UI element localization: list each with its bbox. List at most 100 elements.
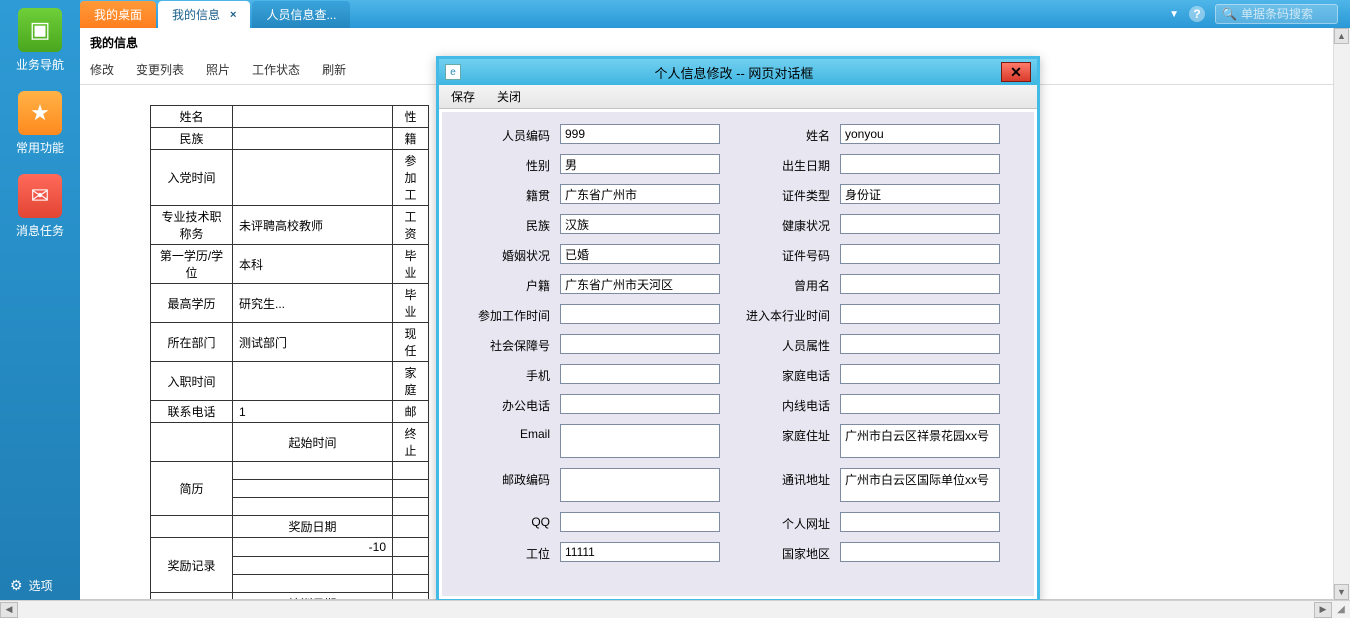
close-icon[interactable]: × — [230, 9, 236, 21]
search-input[interactable] — [1241, 7, 1331, 21]
label-workstart: 参加工作时间 — [450, 304, 550, 324]
label-postcode: 邮政编码 — [450, 468, 550, 502]
input-homeaddr[interactable]: 广州市白云区祥景花园xx号 — [840, 424, 1000, 458]
input-workunit[interactable] — [560, 542, 720, 562]
scroll-right-icon[interactable]: ▶ — [1314, 602, 1332, 618]
input-ethnicity[interactable] — [560, 214, 720, 234]
input-country[interactable] — [840, 542, 1000, 562]
input-birthdate[interactable] — [840, 154, 1000, 174]
label-residence: 户籍 — [450, 274, 550, 294]
input-industrystart[interactable] — [840, 304, 1000, 324]
tab-my-info[interactable]: 我的信息 × — [158, 1, 250, 28]
input-marriage[interactable] — [560, 244, 720, 264]
label-workunit: 工位 — [450, 542, 550, 562]
info-table: 姓名性 民族籍 入党时间参加工 专业技术职称务未评聘高校教师工资 第一学历/学位… — [150, 105, 429, 600]
close-menu-button[interactable]: 关闭 — [497, 88, 521, 105]
nav-item-messages[interactable]: ✉ 消息任务 — [16, 174, 64, 239]
dialog-titlebar[interactable]: e 个人信息修改 -- 网页对话框 ✕ — [439, 59, 1037, 85]
label-ssn: 社会保障号 — [450, 334, 550, 354]
input-email[interactable] — [560, 424, 720, 458]
input-gender[interactable] — [560, 154, 720, 174]
label-ethnicity: 民族 — [450, 214, 550, 234]
label-gender: 性别 — [450, 154, 550, 174]
input-personcode[interactable] — [560, 124, 720, 144]
dialog-menu: 保存 关闭 — [439, 85, 1037, 109]
menu-edit[interactable]: 修改 — [90, 61, 114, 78]
menu-changelist[interactable]: 变更列表 — [136, 61, 184, 78]
options-label: 选项 — [29, 577, 53, 594]
help-icon[interactable]: ? — [1189, 6, 1205, 22]
input-idtype[interactable] — [840, 184, 1000, 204]
label-homephone: 家庭电话 — [730, 364, 830, 384]
input-homephone[interactable] — [840, 364, 1000, 384]
input-mailaddr[interactable]: 广州市白云区国际单位xx号 — [840, 468, 1000, 502]
label-homeaddr: 家庭住址 — [730, 424, 830, 458]
edit-person-dialog: e 个人信息修改 -- 网页对话框 ✕ 保存 关闭 人员编码 姓名 性别 出生日… — [436, 56, 1040, 602]
input-workstart[interactable] — [560, 304, 720, 324]
label-country: 国家地区 — [730, 542, 830, 562]
nav-label: 业务导航 — [16, 56, 64, 73]
star-icon: ★ — [18, 91, 62, 135]
close-button[interactable]: ✕ — [1001, 62, 1031, 82]
label-officephone: 办公电话 — [450, 394, 550, 414]
input-health[interactable] — [840, 214, 1000, 234]
left-nav-rail: ▣ 业务导航 ★ 常用功能 ✉ 消息任务 ⚙ 选项 — [0, 0, 80, 618]
menu-refresh[interactable]: 刷新 — [322, 61, 346, 78]
label-idnumber: 证件号码 — [730, 244, 830, 264]
tab-person-query[interactable]: 人员信息查... — [252, 1, 350, 28]
dialog-title-text: 个人信息修改 -- 网页对话框 — [467, 63, 1001, 82]
label-personattr: 人员属性 — [730, 334, 830, 354]
input-personattr[interactable] — [840, 334, 1000, 354]
scroll-up-icon[interactable]: ▲ — [1334, 28, 1349, 44]
label-mobile: 手机 — [450, 364, 550, 384]
label-innerphone: 内线电话 — [730, 394, 830, 414]
horizontal-scrollbar[interactable]: ◀ ▶ ◢ — [0, 600, 1350, 618]
nav-item-business[interactable]: ▣ 业务导航 — [16, 8, 64, 73]
input-website[interactable] — [840, 512, 1000, 532]
label-email: Email — [450, 424, 550, 458]
label-formername: 曾用名 — [730, 274, 830, 294]
input-mobile[interactable] — [560, 364, 720, 384]
input-formername[interactable] — [840, 274, 1000, 294]
dialog-body: 人员编码 姓名 性别 出生日期 籍贯 证件类型 民族 健康状况 婚姻状况 证件号… — [442, 112, 1034, 596]
resize-grip-icon: ◢ — [1332, 602, 1350, 618]
tab-desktop[interactable]: 我的桌面 — [80, 1, 156, 28]
label-personcode: 人员编码 — [450, 124, 550, 144]
scroll-down-icon[interactable]: ▼ — [1334, 584, 1349, 600]
input-idnumber[interactable] — [840, 244, 1000, 264]
folder-icon: ▣ — [18, 8, 62, 52]
window-icon: e — [445, 64, 461, 80]
search-icon: 🔍 — [1222, 7, 1237, 21]
scroll-left-icon[interactable]: ◀ — [0, 602, 18, 618]
input-ssn[interactable] — [560, 334, 720, 354]
menu-workstatus[interactable]: 工作状态 — [252, 61, 300, 78]
save-button[interactable]: 保存 — [451, 88, 475, 105]
label-health: 健康状况 — [730, 214, 830, 234]
input-residence[interactable] — [560, 274, 720, 294]
label-website: 个人网址 — [730, 512, 830, 532]
label-nativeplace: 籍贯 — [450, 184, 550, 204]
topbar-right: ▼ ? 🔍 — [1169, 0, 1350, 28]
nav-item-favorites[interactable]: ★ 常用功能 — [16, 91, 64, 156]
content-vscroll[interactable]: ▲ ▼ — [1333, 28, 1350, 600]
menu-photo[interactable]: 照片 — [206, 61, 230, 78]
barcode-search[interactable]: 🔍 — [1215, 4, 1338, 24]
input-officephone[interactable] — [560, 394, 720, 414]
page-title: 我的信息 — [80, 28, 1350, 55]
input-nativeplace[interactable] — [560, 184, 720, 204]
input-innerphone[interactable] — [840, 394, 1000, 414]
tab-strip: 我的桌面 我的信息 × 人员信息查... — [80, 0, 352, 28]
nav-label: 消息任务 — [16, 222, 64, 239]
label-marriage: 婚姻状况 — [450, 244, 550, 264]
input-postcode[interactable] — [560, 468, 720, 502]
top-bar: 我的桌面 我的信息 × 人员信息查... ▼ ? 🔍 — [80, 0, 1350, 28]
nav-label: 常用功能 — [16, 139, 64, 156]
label-name: 姓名 — [730, 124, 830, 144]
mail-icon: ✉ — [18, 174, 62, 218]
gear-icon: ⚙ — [10, 577, 23, 594]
form-grid: 人员编码 姓名 性别 出生日期 籍贯 证件类型 民族 健康状况 婚姻状况 证件号… — [450, 124, 1026, 562]
input-qq[interactable] — [560, 512, 720, 532]
input-name[interactable] — [840, 124, 1000, 144]
label-birthdate: 出生日期 — [730, 154, 830, 174]
chevron-down-icon[interactable]: ▼ — [1169, 9, 1179, 20]
